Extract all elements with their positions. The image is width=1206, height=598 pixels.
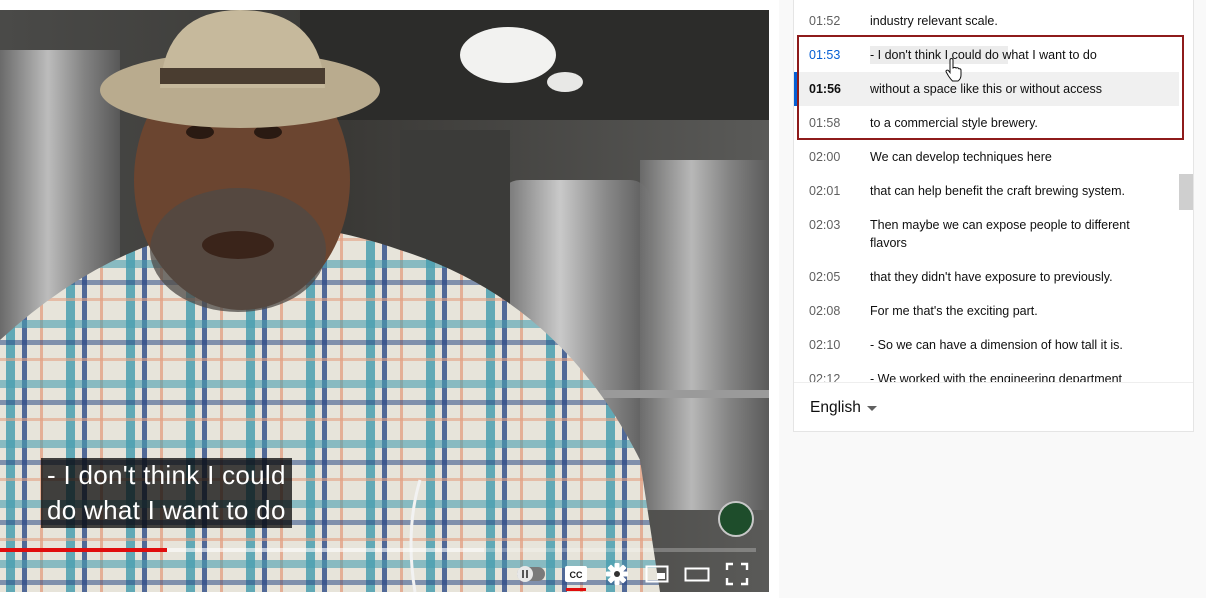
transcript-segment-hovered[interactable]: 01:53 - I don't think I could do what I w…: [794, 38, 1179, 72]
video-player[interactable]: - I don't think I could do what I want t…: [0, 10, 769, 592]
language-label: English: [810, 399, 861, 416]
segment-timestamp: 01:53: [809, 48, 841, 62]
fullscreen-button[interactable]: [723, 560, 751, 588]
transcript-segment[interactable]: 01:52 industry relevant scale.: [794, 4, 1179, 38]
hand-pointer-icon: [945, 58, 962, 82]
segment-timestamp: 02:05: [809, 270, 841, 284]
cc-icon: CC: [565, 566, 587, 582]
pause-icon: [517, 566, 533, 582]
segment-timestamp: 01:56: [809, 82, 841, 96]
segment-text: For me that's the exciting part.: [870, 304, 1038, 318]
cc-active-indicator: [566, 588, 586, 591]
progress-bar[interactable]: [0, 548, 756, 552]
segment-text: without a space like this or without acc…: [870, 82, 1103, 96]
segment-timestamp: 02:01: [809, 184, 841, 198]
segment-timestamp: 01:58: [809, 116, 841, 130]
theater-mode-icon: [684, 567, 710, 582]
channel-watermark-logo[interactable]: [718, 501, 754, 537]
segment-text: Then maybe we can expose people to diffe…: [870, 218, 1130, 250]
segment-timestamp: 02:10: [809, 338, 841, 352]
fullscreen-icon: [725, 562, 749, 586]
svg-text:CC: CC: [570, 570, 583, 580]
segment-text: to a commercial style brewery.: [870, 116, 1038, 130]
transcript-segment[interactable]: 02:05 that they didn't have exposure to p…: [794, 260, 1179, 294]
segment-text: that can help benefit the craft brewing …: [870, 184, 1125, 198]
segment-timestamp: 02:08: [809, 304, 841, 318]
segment-timestamp: 01:52: [809, 14, 841, 28]
segment-text: - We worked with the engineering departm…: [870, 372, 1122, 382]
theater-mode-button[interactable]: [683, 560, 711, 588]
miniplayer-button[interactable]: [643, 560, 671, 588]
transcript-segment[interactable]: 02:03 Then maybe we can expose people to …: [794, 208, 1179, 260]
segment-timestamp: 02:00: [809, 150, 841, 164]
transcript-segment[interactable]: 02:01 that can help benefit the craft bre…: [794, 174, 1179, 208]
segment-text: industry relevant scale.: [870, 14, 998, 28]
segment-text: - So we can have a dimension of how tall…: [870, 338, 1123, 352]
transcript-segment[interactable]: 02:10 - So we can have a dimension of how…: [794, 328, 1179, 362]
caption-line-1: - I don't think I could: [41, 458, 292, 493]
transcript-footer: English: [794, 382, 1193, 433]
caption-line-2: do what I want to do: [41, 493, 292, 528]
segment-text: - I don't think I could do what I want t…: [870, 46, 1179, 64]
transcript-segment[interactable]: 01:58 to a commercial style brewery.: [794, 106, 1179, 140]
segment-timestamp: 02:03: [809, 218, 841, 232]
cc-button[interactable]: CC: [562, 560, 590, 588]
language-selector[interactable]: English: [810, 399, 877, 417]
player-controls: CC: [0, 556, 769, 592]
segment-text: that they didn't have exposure to previo…: [870, 270, 1113, 284]
segment-text: We can develop techniques here: [870, 150, 1052, 164]
gear-icon: [606, 563, 628, 585]
settings-button[interactable]: [603, 560, 631, 588]
video-caption: - I don't think I could do what I want t…: [41, 458, 292, 528]
transcript-segment-active[interactable]: 01:56 without a space like this or withou…: [794, 72, 1179, 106]
autoplay-toggle[interactable]: [517, 566, 545, 582]
progress-played: [0, 548, 168, 552]
transcript-segment[interactable]: 02:12 - We worked with the engineering de…: [794, 362, 1179, 382]
miniplayer-icon: [645, 565, 669, 583]
transcript-segment[interactable]: 02:08 For me that's the exciting part.: [794, 294, 1179, 328]
transcript-scrollbar-thumb[interactable]: [1179, 174, 1193, 210]
transcript-panel: 01:52 industry relevant scale. 01:53 - I d…: [793, 0, 1194, 432]
caret-down-icon: [866, 405, 877, 411]
segment-timestamp: 02:12: [809, 372, 841, 382]
transcript-segment[interactable]: 02:00 We can develop techniques here: [794, 140, 1179, 174]
transcript-segment-list: 01:52 industry relevant scale. 01:53 - I d…: [794, 4, 1179, 382]
